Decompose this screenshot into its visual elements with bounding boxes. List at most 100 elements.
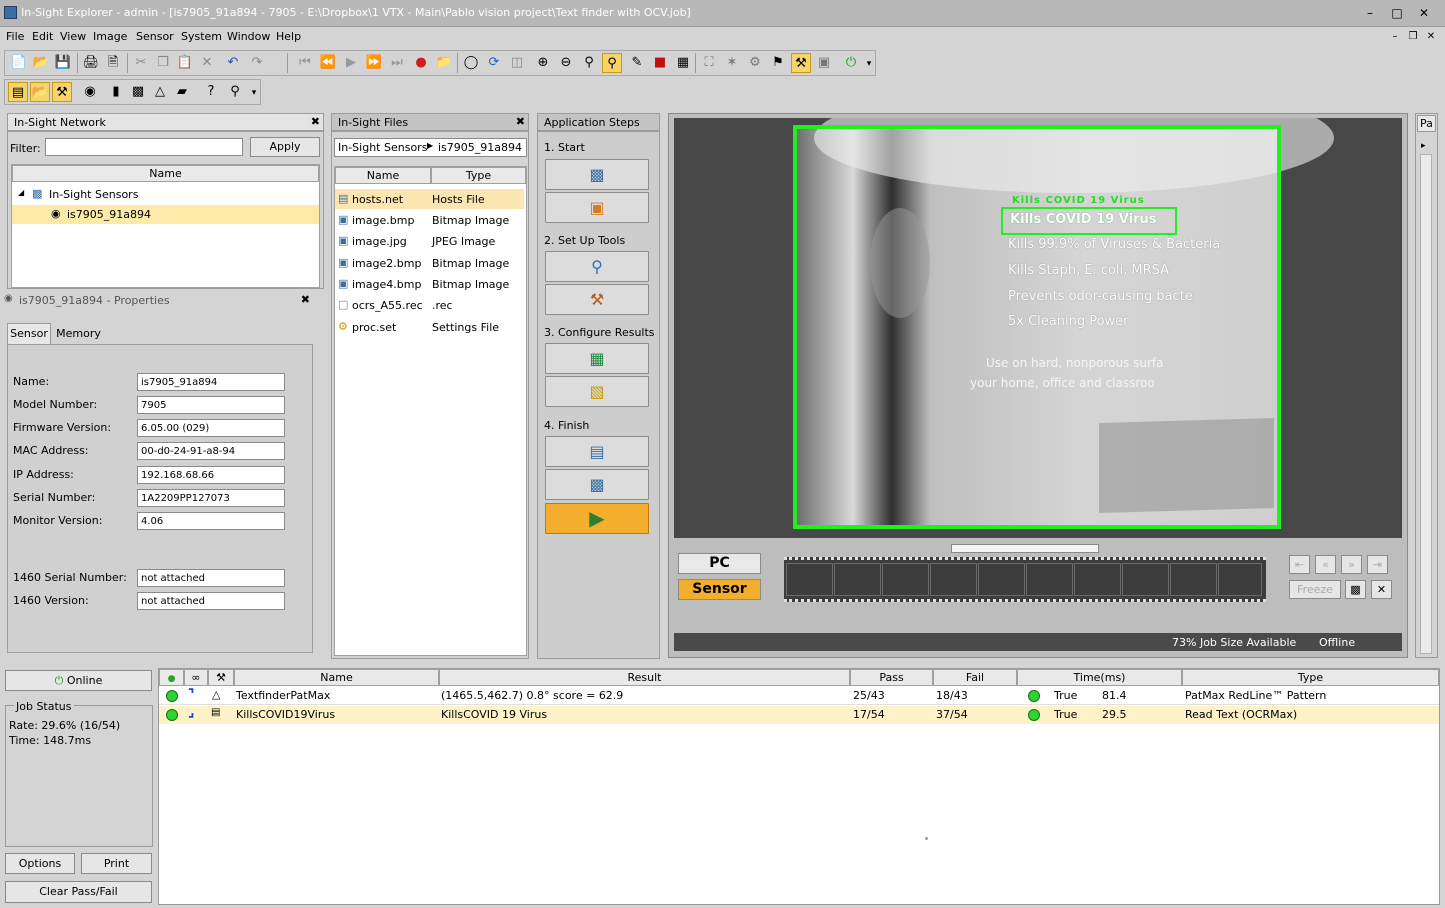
filmstrip-next-button[interactable]: » bbox=[1341, 555, 1362, 574]
save-job-button[interactable]: ▩ bbox=[545, 469, 649, 500]
prop-monitor-field[interactable] bbox=[137, 512, 285, 530]
prop-1460-serial-field[interactable] bbox=[137, 569, 285, 587]
file-row[interactable]: ▣ image.bmp Bitmap Image bbox=[335, 210, 524, 230]
inspect-part-button[interactable]: ⚒ bbox=[545, 284, 649, 315]
filmstrip-scrollbar[interactable] bbox=[951, 544, 1099, 553]
file-row[interactable]: ▣ image4.bmp Bitmap Image bbox=[335, 274, 524, 294]
custom-view-icon[interactable]: ⚑ bbox=[768, 53, 788, 73]
zoom-fill-icon[interactable]: ⚲ bbox=[602, 53, 622, 73]
palette-tab[interactable]: Pa bbox=[1417, 115, 1436, 132]
zoom-out-icon[interactable]: ⊖ bbox=[556, 53, 576, 73]
save-icon[interactable]: 💾 bbox=[53, 53, 73, 73]
filmstrip-frame[interactable] bbox=[1026, 563, 1073, 596]
apply-button[interactable]: Apply bbox=[250, 137, 320, 157]
set-up-image-button[interactable]: ▣ bbox=[545, 192, 649, 223]
prop-name-field[interactable] bbox=[137, 373, 285, 391]
filmstrip-prev-button[interactable]: « bbox=[1315, 555, 1336, 574]
last-record-icon[interactable]: ⏭ bbox=[387, 53, 407, 73]
mdi-minimize-button[interactable]: – bbox=[1388, 30, 1402, 43]
prop-1460-version-field[interactable] bbox=[137, 592, 285, 610]
filmstrip-frame[interactable] bbox=[930, 563, 977, 596]
file-row[interactable]: ▣ image.jpg JPEG Image bbox=[335, 231, 524, 251]
files-col-type[interactable]: Type bbox=[431, 167, 526, 184]
menu-sensor[interactable]: Sensor bbox=[136, 30, 174, 43]
camera-icon[interactable]: ◫ bbox=[507, 53, 527, 73]
help-icon[interactable]: ? bbox=[201, 82, 221, 102]
filmstrip-clear-button[interactable]: ✕ bbox=[1371, 580, 1392, 599]
link-col-header[interactable]: ∞ bbox=[184, 669, 208, 686]
status-col-header[interactable]: ● bbox=[159, 669, 184, 686]
prop-mac-field[interactable] bbox=[137, 442, 285, 460]
emulator-icon[interactable]: ▣ bbox=[814, 53, 834, 73]
live-video-icon[interactable]: ⟳ bbox=[484, 53, 504, 73]
tools-view-icon[interactable]: ⚒ bbox=[52, 82, 72, 102]
print-preview-icon[interactable]: 🗎 bbox=[103, 53, 123, 73]
communication-button[interactable]: ▧ bbox=[545, 376, 649, 407]
close-icon[interactable]: ✖ bbox=[516, 115, 525, 128]
image-canvas[interactable]: Kills COVID 19 Virus Kills COVID 19 Viru… bbox=[674, 118, 1402, 538]
network-column-header[interactable]: Name bbox=[12, 165, 319, 182]
filmstrip-frame[interactable] bbox=[834, 563, 881, 596]
tab-memory[interactable]: Memory bbox=[52, 325, 105, 345]
tree-root-row[interactable]: ◢ ▩ In-Sight Sensors bbox=[12, 186, 319, 204]
sensor-add-icon[interactable]: ◉ bbox=[80, 82, 100, 102]
toolbar2-overflow-icon[interactable]: ▾ bbox=[249, 83, 259, 103]
network-view-icon[interactable]: ▤ bbox=[8, 82, 28, 102]
fast-forward-icon[interactable]: ⏩ bbox=[364, 53, 384, 73]
copy-icon[interactable]: ❐ bbox=[153, 53, 173, 73]
tab-sensor[interactable]: Sensor bbox=[7, 323, 51, 345]
table-row[interactable]: ⌝ △ TextfinderPatMax (1465.5,462.7) 0.8°… bbox=[159, 687, 1439, 705]
paste-icon[interactable]: 📋 bbox=[175, 53, 195, 73]
col-time[interactable]: Time(ms) bbox=[1017, 669, 1182, 686]
menu-file[interactable]: File bbox=[6, 30, 24, 43]
col-fail[interactable]: Fail bbox=[933, 669, 1017, 686]
filmstrip-frame[interactable] bbox=[1074, 563, 1121, 596]
collapse-icon[interactable]: ◢ bbox=[18, 188, 24, 197]
trigger-icon[interactable]: ◯ bbox=[461, 53, 481, 73]
fit-image-icon[interactable]: ⛶ bbox=[699, 53, 719, 73]
job-icon[interactable]: ▮ bbox=[106, 82, 126, 102]
mdi-close-button[interactable]: ✕ bbox=[1424, 30, 1438, 43]
close-button[interactable]: ✕ bbox=[1415, 5, 1433, 21]
filmstrip-save-button[interactable]: ▩ bbox=[1345, 580, 1366, 599]
filmstrip-frame[interactable] bbox=[882, 563, 929, 596]
filmstrip-frame[interactable] bbox=[1218, 563, 1262, 596]
delete-icon[interactable]: ✕ bbox=[197, 53, 217, 73]
get-connected-button[interactable]: ▩ bbox=[545, 159, 649, 190]
col-type[interactable]: Type bbox=[1182, 669, 1439, 686]
files-col-name[interactable]: Name bbox=[335, 167, 431, 184]
options-button[interactable]: Options bbox=[5, 853, 75, 874]
network-icon[interactable]: ▩ bbox=[128, 82, 148, 102]
col-pass[interactable]: Pass bbox=[850, 669, 933, 686]
online-button[interactable]: ⏻ Online bbox=[5, 670, 152, 691]
mdi-restore-button[interactable]: ❐ bbox=[1406, 30, 1420, 43]
inputs-outputs-button[interactable]: ▦ bbox=[545, 343, 649, 374]
graphics-icon[interactable]: ■ bbox=[650, 53, 670, 73]
files-breadcrumb[interactable]: In-Sight Sensors ▶ is7905_91a894 bbox=[334, 138, 527, 157]
file-row[interactable]: ▤ hosts.net Hosts File bbox=[335, 189, 524, 209]
cut-icon[interactable]: ✂ bbox=[131, 53, 151, 73]
menu-system[interactable]: System bbox=[181, 30, 222, 43]
spreadsheet-icon[interactable]: ▦ bbox=[673, 53, 693, 73]
new-file-icon[interactable]: 📄 bbox=[9, 53, 29, 73]
open-folder-icon[interactable]: 📂 bbox=[31, 53, 51, 73]
filmstrip-frame[interactable] bbox=[978, 563, 1025, 596]
sensor-button[interactable]: Sensor bbox=[678, 579, 761, 600]
prop-serial-field[interactable] bbox=[137, 489, 285, 507]
rewind-icon[interactable]: ⏪ bbox=[318, 53, 338, 73]
col-result[interactable]: Result bbox=[439, 669, 850, 686]
filmstrip-frame[interactable] bbox=[1170, 563, 1217, 596]
filter-input[interactable] bbox=[45, 138, 243, 156]
close-icon[interactable]: ✖ bbox=[301, 293, 310, 306]
filmstrip-frame[interactable] bbox=[786, 563, 833, 596]
easybuilder-icon[interactable]: ⚒ bbox=[791, 53, 811, 73]
files-view-icon[interactable]: 📂 bbox=[30, 82, 50, 102]
calibrate-icon[interactable]: ✶ bbox=[722, 53, 742, 73]
prop-firmware-field[interactable] bbox=[137, 419, 285, 437]
power-icon[interactable]: ⏻ bbox=[841, 53, 861, 73]
filmstrip-last-button[interactable]: ⇥ bbox=[1367, 555, 1388, 574]
minimize-button[interactable]: – bbox=[1361, 5, 1379, 21]
user-access-icon[interactable]: △ bbox=[150, 82, 170, 102]
undo-icon[interactable]: ↶ bbox=[223, 53, 243, 73]
expand-arrow-icon[interactable]: ▸ bbox=[1421, 141, 1426, 151]
